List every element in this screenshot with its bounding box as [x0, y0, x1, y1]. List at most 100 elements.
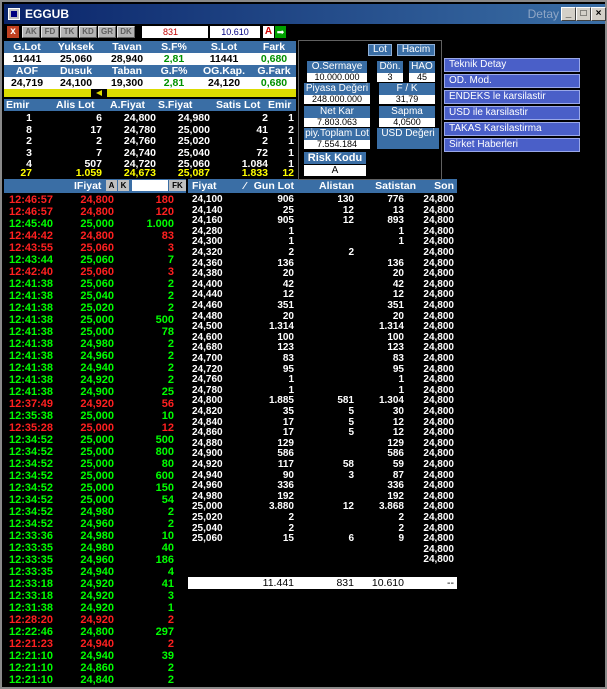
trade-row[interactable]: 12:41:38 25,060 2 — [6, 278, 186, 290]
minimize-icon[interactable]: _ — [561, 7, 576, 21]
price-row[interactable]: 24,800 — [188, 544, 457, 556]
trade-row[interactable]: 12:21:10 24,860 2 — [6, 662, 186, 674]
trade-row[interactable]: 12:46:57 24,800 180 — [6, 194, 186, 206]
close-icon[interactable]: × — [591, 7, 606, 21]
trade-row[interactable]: 12:33:18 24,920 41 — [6, 578, 186, 590]
trade-row[interactable]: 12:37:49 24,920 56 — [6, 398, 186, 410]
depth-row[interactable]: 8 17 24,780 25,000 41 2 — [4, 124, 296, 136]
price-row[interactable]: 25,060 15 6 9 24,800 — [188, 534, 457, 545]
trade-row[interactable]: 12:31:38 24,920 1 — [6, 602, 186, 614]
trade-row[interactable]: 12:41:38 24,980 2 — [6, 338, 186, 350]
price-row[interactable]: 24,480 20 20 24,800 — [188, 311, 457, 323]
toolbar-tk-button[interactable]: TK — [60, 26, 78, 38]
price-row[interactable]: 24,360 136 136 24,800 — [188, 258, 457, 270]
trade-row[interactable]: 12:41:38 24,900 25 — [6, 386, 186, 398]
toolbar-arrow-icon[interactable]: ➡ — [275, 26, 286, 38]
price-row[interactable]: 24,760 1 1 24,800 — [188, 375, 457, 386]
price-row[interactable]: 25,040 2 2 24,800 — [188, 523, 457, 535]
price-row[interactable]: 24,780 1 1 24,800 — [188, 385, 457, 397]
price-row[interactable]: 24,720 95 95 24,800 — [188, 364, 457, 376]
trades-k-button[interactable]: K — [118, 180, 129, 191]
menu-endeks-compare[interactable]: ENDEKS le karsilastir — [444, 90, 580, 104]
price-row[interactable]: 24,280 1 1 24,800 — [188, 226, 457, 238]
price-col-header[interactable]: Gun Lot — [248, 180, 294, 192]
price-row[interactable]: 24,960 336 336 24,800 — [188, 481, 457, 492]
trade-row[interactable]: 12:33:35 24,960 186 — [6, 554, 186, 566]
trade-row[interactable]: 12:33:36 24,980 10 — [6, 530, 186, 542]
price-row[interactable]: 24,680 123 123 24,800 — [188, 343, 457, 354]
title-bar[interactable]: EGGUB Detay _ □ × — [4, 4, 606, 24]
trade-row[interactable]: 12:21:23 24,940 2 — [6, 638, 186, 650]
price-col-header[interactable]: Alistan — [302, 180, 354, 192]
toolbar-dk-button[interactable]: DK — [117, 26, 135, 38]
trade-row[interactable]: 12:34:52 24,980 2 — [6, 506, 186, 518]
toolbar-ak-button[interactable]: AK — [22, 26, 40, 38]
trade-row[interactable]: 12:43:44 25,060 7 — [6, 254, 186, 266]
price-col-header[interactable]: Satistan — [356, 180, 416, 192]
price-row[interactable]: 24,840 17 5 12 24,800 — [188, 417, 457, 429]
toolbar-a-button[interactable]: A — [263, 26, 274, 38]
price-row[interactable]: 24,140 25 12 13 24,800 — [188, 205, 457, 217]
trade-row[interactable]: 12:33:35 24,940 4 — [6, 566, 186, 578]
trades-fk-button[interactable]: FK — [169, 180, 186, 191]
trade-row[interactable]: 12:34:52 25,000 800 — [6, 446, 186, 458]
menu-usd-compare[interactable]: USD ile karsilastir — [444, 106, 580, 120]
depth-row[interactable]: 2 2 24,760 25,020 2 1 — [4, 136, 296, 147]
depth-row[interactable]: 1 6 24,800 24,980 2 1 — [4, 113, 296, 124]
price-row[interactable]: 24,600 100 100 24,800 — [188, 332, 457, 344]
trade-row[interactable]: 12:34:52 25,000 500 — [6, 434, 186, 446]
price-row[interactable]: 24,300 1 1 24,800 — [188, 237, 457, 248]
price-row[interactable]: 25,020 2 2 24,800 — [188, 512, 457, 524]
trade-row[interactable]: 12:46:57 24,800 120 — [6, 206, 186, 218]
trade-row[interactable]: 12:45:40 25,000 1.000 — [6, 218, 186, 230]
price-row[interactable]: 24,820 35 5 30 24,800 — [188, 406, 457, 418]
price-row[interactable]: 24,500 1.314 1.314 24,800 — [188, 322, 457, 333]
menu-teknik-detay[interactable]: Teknik Detay — [444, 58, 580, 72]
depth-row[interactable]: 3 7 24,740 25,040 72 1 — [4, 147, 296, 159]
price-row[interactable]: 24,440 12 12 24,800 — [188, 290, 457, 301]
trade-row[interactable]: 12:21:10 24,940 39 — [6, 650, 186, 662]
trade-row[interactable]: 12:35:28 25,000 12 — [6, 422, 186, 434]
trade-row[interactable]: 12:41:38 24,960 2 — [6, 350, 186, 362]
trade-row[interactable]: 12:41:38 25,000 500 — [6, 314, 186, 326]
splitter-bar[interactable] — [4, 89, 296, 97]
price-row[interactable]: 24,900 586 586 24,800 — [188, 449, 457, 460]
menu-takas-compare[interactable]: TAKAS Karsilastirma — [444, 122, 580, 136]
trade-row[interactable]: 12:42:40 25,060 3 — [6, 266, 186, 278]
trade-row[interactable]: 12:34:52 24,960 2 — [6, 518, 186, 530]
trade-row[interactable]: 12:41:38 25,020 2 — [6, 302, 186, 314]
toolbar-kd-button[interactable]: KD — [79, 26, 97, 38]
price-row[interactable]: 24,460 351 351 24,800 — [188, 300, 457, 312]
hacim-button[interactable]: Hacim — [397, 44, 435, 56]
trade-row[interactable]: 12:34:52 25,000 150 — [6, 482, 186, 494]
trade-row[interactable]: 12:35:38 25,000 10 — [6, 410, 186, 422]
price-row[interactable]: 24,700 83 83 24,800 — [188, 353, 457, 365]
trade-row[interactable]: 12:41:38 25,040 2 — [6, 290, 186, 302]
trade-row[interactable]: 12:22:46 24,800 297 — [6, 626, 186, 638]
trades-filter-input[interactable] — [132, 180, 168, 191]
toolbar-gr-button[interactable]: GR — [98, 26, 116, 38]
price-col-header[interactable]: Fiyat — [192, 180, 217, 192]
price-row[interactable]: 24,380 20 20 24,800 — [188, 269, 457, 280]
trade-row[interactable]: 12:33:18 24,920 3 — [6, 590, 186, 602]
trade-row[interactable]: 12:41:38 24,940 2 — [6, 362, 186, 374]
price-row[interactable]: 24,800 1.885 581 1.304 24,800 — [188, 396, 457, 407]
price-row[interactable]: 24,100 906 130 776 24,800 — [188, 194, 457, 206]
menu-company-news[interactable]: Sirket Haberleri — [444, 138, 580, 152]
price-row[interactable]: 24,400 42 42 24,800 — [188, 279, 457, 291]
toolbar-fd-button[interactable]: FD — [41, 26, 59, 38]
trade-row[interactable]: 12:34:52 25,000 600 — [6, 470, 186, 482]
price-row[interactable]: 24,860 17 5 12 24,800 — [188, 428, 457, 439]
trade-row[interactable]: 12:33:35 24,980 40 — [6, 542, 186, 554]
trade-row[interactable]: 12:34:52 25,000 80 — [6, 458, 186, 470]
trade-row[interactable]: 12:28:20 24,920 2 — [6, 614, 186, 626]
toolbar-close-icon[interactable]: x — [7, 26, 19, 38]
price-row[interactable]: 24,940 90 3 87 24,800 — [188, 470, 457, 482]
price-row[interactable]: 24,880 129 129 24,800 — [188, 438, 457, 450]
price-row[interactable]: 24,920 117 58 59 24,800 — [188, 459, 457, 471]
price-col-header[interactable]: Son — [422, 180, 454, 192]
trade-row[interactable]: 12:43:55 25,060 3 — [6, 242, 186, 254]
trade-row[interactable]: 12:41:38 25,000 78 — [6, 326, 186, 338]
menu-od-mod[interactable]: OD. Mod. — [444, 74, 580, 88]
collapse-arrow-icon[interactable] — [91, 89, 107, 97]
